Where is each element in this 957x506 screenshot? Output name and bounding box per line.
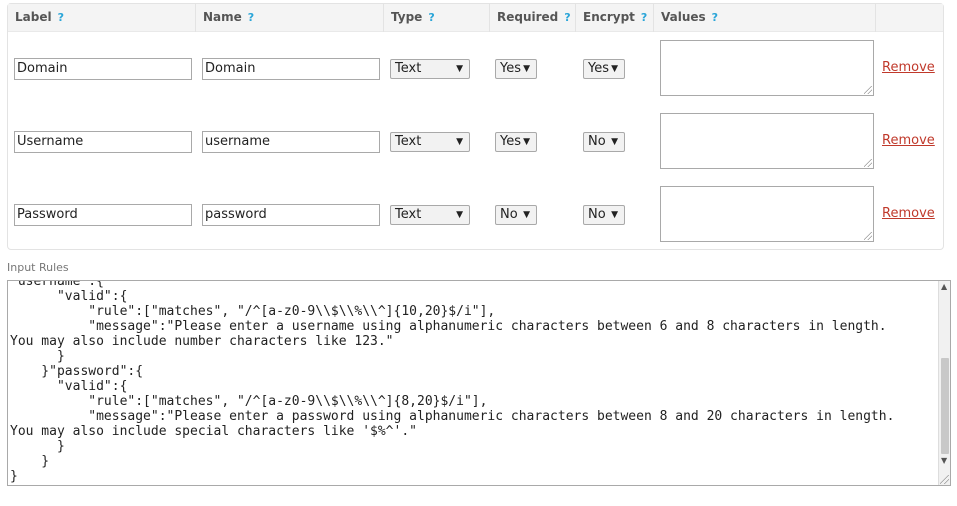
header-required: Required? [490, 4, 576, 32]
type-select[interactable]: Text ▼ [390, 205, 470, 225]
required-select[interactable]: No ▼ [495, 205, 537, 225]
header-values: Values? [654, 4, 876, 32]
field-row: Password password Text ▼ No ▼ No ▼ Remove [8, 184, 943, 244]
name-input[interactable]: Domain [202, 58, 380, 80]
required-select[interactable]: Yes ▼ [495, 132, 537, 152]
fields-table-header: Label? Name? Type? Required? Encrypt? Va… [8, 4, 943, 32]
header-name: Name? [196, 4, 384, 32]
help-icon[interactable]: ? [58, 11, 64, 24]
label-input[interactable]: Domain [14, 58, 192, 80]
help-icon[interactable]: ? [248, 11, 254, 24]
name-input[interactable]: password [202, 204, 380, 226]
help-icon[interactable]: ? [564, 11, 570, 24]
remove-link[interactable]: Remove [882, 133, 935, 148]
values-textarea[interactable] [660, 113, 874, 169]
label-input[interactable]: Password [14, 204, 192, 226]
chevron-down-icon: ▼ [456, 64, 463, 74]
scroll-down-icon[interactable]: ▼ [941, 456, 947, 465]
encrypt-select[interactable]: Yes ▼ [583, 59, 625, 79]
resize-grip-icon[interactable] [940, 475, 949, 484]
chevron-down-icon: ▼ [523, 64, 530, 74]
field-row: Domain Domain Text ▼ Yes ▼ Yes ▼ Remove [8, 38, 943, 98]
vertical-scrollbar[interactable]: ▲ ▼ [938, 281, 950, 485]
remove-link[interactable]: Remove [882, 60, 935, 75]
type-select[interactable]: Text ▼ [390, 59, 470, 79]
chevron-down-icon: ▼ [523, 137, 530, 147]
help-icon[interactable]: ? [641, 11, 647, 24]
chevron-down-icon: ▼ [523, 210, 530, 220]
encrypt-select[interactable]: No ▼ [583, 132, 625, 152]
chevron-down-icon: ▼ [456, 210, 463, 220]
encrypt-select[interactable]: No ▼ [583, 205, 625, 225]
required-select[interactable]: Yes ▼ [495, 59, 537, 79]
resize-grip-icon[interactable] [864, 159, 872, 167]
chevron-down-icon: ▼ [611, 210, 618, 220]
resize-grip-icon[interactable] [864, 232, 872, 240]
chevron-down-icon: ▼ [456, 137, 463, 147]
type-select[interactable]: Text ▼ [390, 132, 470, 152]
help-icon[interactable]: ? [428, 11, 434, 24]
name-input[interactable]: username [202, 131, 380, 153]
header-type: Type? [384, 4, 490, 32]
input-rules-textarea[interactable]: "username":{ "valid":{ "rule":["matches"… [7, 280, 951, 486]
help-icon[interactable]: ? [712, 11, 718, 24]
chevron-down-icon: ▼ [611, 64, 618, 74]
remove-link[interactable]: Remove [882, 206, 935, 221]
chevron-down-icon: ▼ [611, 137, 618, 147]
header-label: Label? [8, 4, 196, 32]
scroll-up-icon[interactable]: ▲ [941, 282, 947, 291]
header-encrypt: Encrypt? [576, 4, 654, 32]
input-rules-label: Input Rules [7, 261, 69, 274]
field-row: Username username Text ▼ Yes ▼ No ▼ Remove [8, 111, 943, 171]
fields-panel: Label? Name? Type? Required? Encrypt? Va… [7, 3, 944, 250]
input-rules-content[interactable]: "username":{ "valid":{ "rule":["matches"… [10, 281, 894, 484]
values-textarea[interactable] [660, 186, 874, 242]
values-textarea[interactable] [660, 40, 874, 96]
scrollbar-thumb[interactable] [941, 358, 949, 454]
label-input[interactable]: Username [14, 131, 192, 153]
resize-grip-icon[interactable] [864, 86, 872, 94]
